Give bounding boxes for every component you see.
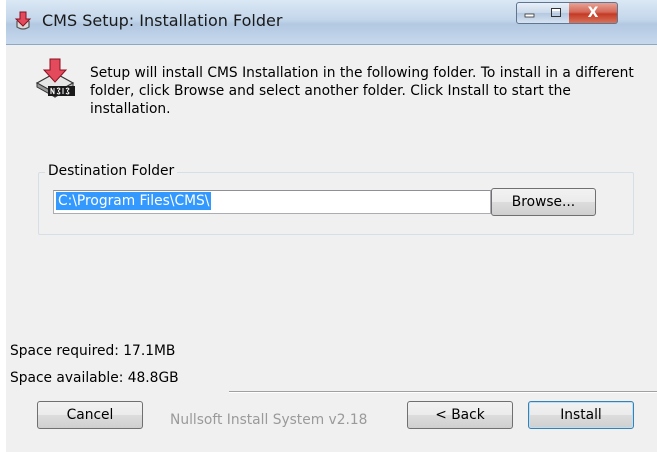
close-button[interactable]: X xyxy=(569,2,618,24)
minimize-icon xyxy=(524,13,535,18)
dialog-client-area: Setup will install CMS Installation in t… xyxy=(10,45,657,452)
cancel-button[interactable]: Cancel xyxy=(37,401,143,429)
install-button[interactable]: Install xyxy=(528,401,634,429)
browse-button[interactable]: Browse... xyxy=(491,188,596,216)
branding-divider xyxy=(229,391,657,393)
maximize-button[interactable] xyxy=(543,2,570,24)
space-available-text: Space available: 48.8GB xyxy=(10,370,179,386)
destination-path-value: C:\Program Files\CMS\ xyxy=(56,192,212,210)
branding-text: Nullsoft Install System v2.18 xyxy=(170,412,368,428)
setup-window: CMS Setup: Installation Folder X Setup w… xyxy=(6,0,657,452)
back-button[interactable]: < Back xyxy=(407,401,513,429)
title-bar[interactable]: CMS Setup: Installation Folder X xyxy=(6,0,657,45)
destination-folder-label: Destination Folder xyxy=(45,163,178,179)
nsis-installer-icon xyxy=(35,58,75,98)
installer-arrow-icon xyxy=(14,11,32,30)
close-icon: X xyxy=(587,5,599,21)
maximize-icon xyxy=(551,8,561,17)
destination-path-input[interactable]: C:\Program Files\CMS\ xyxy=(53,190,491,214)
description-text: Setup will install CMS Installation in t… xyxy=(90,65,634,117)
minimize-button[interactable] xyxy=(516,2,544,24)
space-required-text: Space required: 17.1MB xyxy=(10,343,176,359)
window-title: CMS Setup: Installation Folder xyxy=(42,11,283,30)
